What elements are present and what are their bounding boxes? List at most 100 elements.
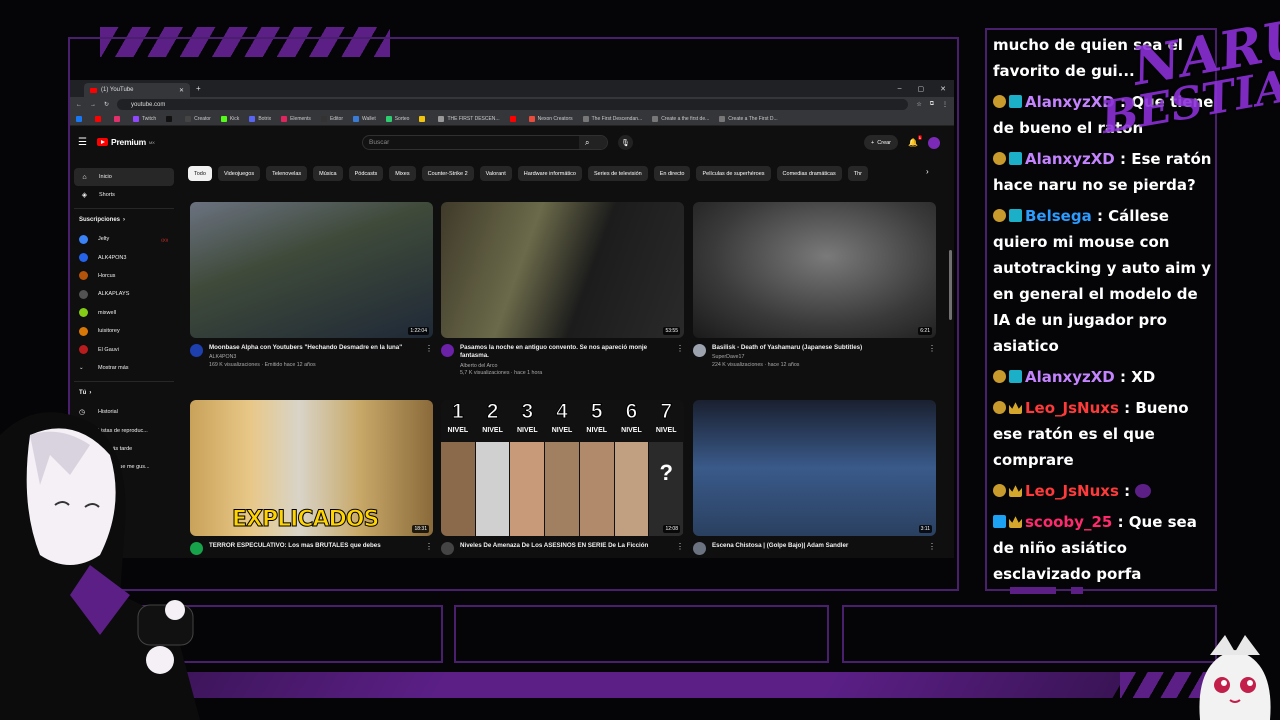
channel-avatar[interactable] — [441, 344, 454, 357]
category-chip[interactable]: Comedias dramáticas — [776, 166, 842, 181]
channel-name[interactable]: SuperDave17 — [712, 354, 922, 362]
video-thumbnail[interactable]: 53:55 — [441, 202, 684, 338]
bookmark-star-icon[interactable]: ☆ — [916, 101, 921, 108]
sidebar-subscription[interactable]: mixwell — [74, 304, 174, 322]
category-chip[interactable]: Pódcasts — [348, 166, 384, 181]
category-chip[interactable]: Thr — [847, 166, 868, 181]
video-card[interactable]: 6:21 Basilisk - Death of Yashamaru (Japan… — [693, 202, 936, 370]
chat-username[interactable]: AlanxyzXD — [1025, 368, 1115, 386]
video-title[interactable]: Escena Chistosa | (Golpe Bajo)| Adam San… — [712, 542, 922, 550]
close-tab-icon[interactable]: ✕ — [179, 87, 184, 94]
category-chip[interactable]: Videojuegos — [217, 166, 261, 181]
video-title[interactable]: Niveles De Amenaza De Los ASESINOS EN SE… — [460, 542, 670, 550]
bookmark-item[interactable] — [114, 115, 123, 122]
youtube-logo[interactable]: Premium MX — [96, 137, 155, 147]
bookmark-item[interactable]: Editor — [320, 115, 343, 122]
bookmark-item[interactable]: Twitch — [133, 115, 156, 122]
bookmark-item[interactable]: Kick — [220, 115, 239, 122]
sidebar-subscription[interactable]: ALK4PON3 — [74, 248, 174, 266]
channel-avatar[interactable] — [693, 344, 706, 357]
bookmark-item[interactable] — [166, 115, 175, 122]
search-box[interactable]: Buscar ⌕ — [362, 135, 608, 150]
extensions-icon[interactable]: ⧉ — [930, 101, 934, 108]
bookmark-item[interactable]: The First Descendan... — [582, 115, 642, 122]
bookmark-item[interactable]: Sorteo — [385, 115, 409, 122]
reload-icon[interactable]: ↻ — [104, 101, 109, 108]
bookmark-item[interactable] — [76, 115, 85, 122]
subscriptions-header[interactable]: Suscripciones › — [74, 208, 174, 230]
video-thumbnail[interactable]: 3:11 — [693, 400, 936, 536]
more-options-icon[interactable]: ⋮ — [928, 542, 936, 555]
sidebar-item-shorts[interactable]: ◈ Shorts — [74, 186, 174, 204]
account-avatar[interactable] — [928, 136, 940, 149]
channel-avatar[interactable] — [693, 542, 706, 555]
video-card[interactable]: 1 NIVEL 2 NIVEL 3 NIVEL 4 NIVEL 5 NIVEL 6 NIVEL 7 NIV… — [441, 400, 684, 555]
sidebar-subscription[interactable]: ⌄ Mostrar más — [74, 359, 174, 377]
chips-next-arrow-icon[interactable]: › — [926, 167, 929, 176]
chat-username[interactable]: Belsega — [1025, 207, 1092, 225]
hamburger-menu-icon[interactable]: ☰ — [78, 137, 87, 148]
category-chip[interactable]: Counter-Strike 2 — [421, 166, 474, 181]
category-chip[interactable]: Valorant — [479, 166, 512, 181]
video-thumbnail[interactable]: EXPLICADOS 18:31 — [190, 400, 433, 536]
bookmark-item[interactable]: Elements — [281, 115, 311, 122]
video-card[interactable]: 3:11 Escena Chistosa | (Golpe Bajo)| Adam… — [693, 400, 936, 555]
category-chip[interactable]: Series de televisión — [588, 166, 648, 181]
chat-username[interactable]: Leo_JsNuxs — [1025, 399, 1119, 417]
more-options-icon[interactable]: ⋮ — [928, 344, 936, 370]
video-thumbnail[interactable]: 1 NIVEL 2 NIVEL 3 NIVEL 4 NIVEL 5 NIVEL 6 NIVEL 7 NIV… — [441, 400, 684, 536]
sidebar-subscription[interactable]: ALKAPLAYS — [74, 285, 174, 303]
video-thumbnail[interactable]: 6:21 — [693, 202, 936, 338]
bookmark-item[interactable]: THE FIRST DESCEN... — [438, 115, 500, 122]
browser-menu-icon[interactable]: ⋮ — [942, 101, 948, 108]
sidebar-subscription[interactable]: Horcus — [74, 267, 174, 285]
voice-search-icon[interactable]: 🎙 — [618, 135, 633, 150]
category-chip[interactable]: Telenovelas — [266, 166, 308, 181]
create-button[interactable]: + Crear — [864, 135, 899, 150]
video-card[interactable]: 53:55 Pasamos la noche en antiguo convent… — [441, 202, 684, 378]
channel-avatar[interactable] — [190, 344, 203, 357]
new-tab-icon[interactable]: + — [196, 84, 201, 93]
video-card[interactable]: 1:22:04 Moonbase Alpha con Youtubers "Hec… — [190, 202, 433, 370]
video-title[interactable]: Basilisk - Death of Yashamaru (Japanese … — [712, 344, 922, 352]
sidebar-item-home[interactable]: ⌂ Inicio — [74, 168, 174, 186]
sidebar-subscription[interactable]: luisitorey — [74, 322, 174, 340]
chat-username[interactable]: AlanxyzXD — [1025, 150, 1115, 168]
sidebar-subscription[interactable]: Jelty ((•)) — [74, 230, 174, 248]
bookmark-item[interactable]: Create a The First D... — [719, 115, 778, 122]
category-chip[interactable]: Mixes — [389, 166, 416, 181]
video-thumbnail[interactable]: 1:22:04 — [190, 202, 433, 338]
video-title[interactable]: Pasamos la noche en antiguo convento. Se… — [460, 344, 670, 361]
forward-icon[interactable]: → — [90, 102, 96, 108]
chat-username[interactable]: Leo_JsNuxs — [1025, 482, 1119, 500]
bookmark-item[interactable]: Botrix — [249, 115, 271, 122]
bookmark-item[interactable] — [95, 115, 104, 122]
bookmark-item[interactable] — [419, 115, 428, 122]
scrollbar[interactable] — [949, 250, 952, 320]
channel-name[interactable]: Alberto del Arco — [460, 363, 670, 371]
category-chip[interactable]: En directo — [653, 166, 691, 181]
more-options-icon[interactable]: ⋮ — [676, 542, 684, 555]
notifications-bell-icon[interactable]: 🔔 1 — [908, 135, 922, 147]
sidebar-subscription[interactable]: El Gauvi — [74, 340, 174, 358]
more-options-icon[interactable]: ⋮ — [425, 542, 433, 555]
maximize-icon[interactable]: ▢ — [918, 85, 925, 93]
address-bar[interactable]: youtube.com — [117, 99, 909, 110]
video-card[interactable]: EXPLICADOS 18:31 TERROR ESPECULATIVO: Los … — [190, 400, 433, 555]
category-chip[interactable]: Hardware informático — [517, 166, 582, 181]
channel-avatar[interactable] — [441, 542, 454, 555]
back-icon[interactable]: ← — [76, 102, 82, 108]
category-chip[interactable]: Música — [313, 166, 343, 181]
bookmark-item[interactable]: Create a the first de... — [652, 115, 709, 122]
bookmark-item[interactable]: Creator — [185, 115, 211, 122]
bookmark-item[interactable] — [509, 115, 519, 122]
tab-youtube[interactable]: (1) YouTube ✕ — [84, 83, 190, 97]
more-options-icon[interactable]: ⋮ — [425, 344, 433, 370]
close-window-icon[interactable]: ✕ — [940, 85, 946, 93]
search-input[interactable]: Buscar — [363, 139, 579, 146]
more-options-icon[interactable]: ⋮ — [676, 344, 684, 378]
category-chip[interactable]: Películas de superhéroes — [696, 166, 771, 181]
bookmark-item[interactable]: Wallet — [353, 115, 376, 122]
category-chip[interactable]: Todo — [188, 166, 212, 181]
search-button[interactable]: ⌕ — [579, 136, 607, 149]
